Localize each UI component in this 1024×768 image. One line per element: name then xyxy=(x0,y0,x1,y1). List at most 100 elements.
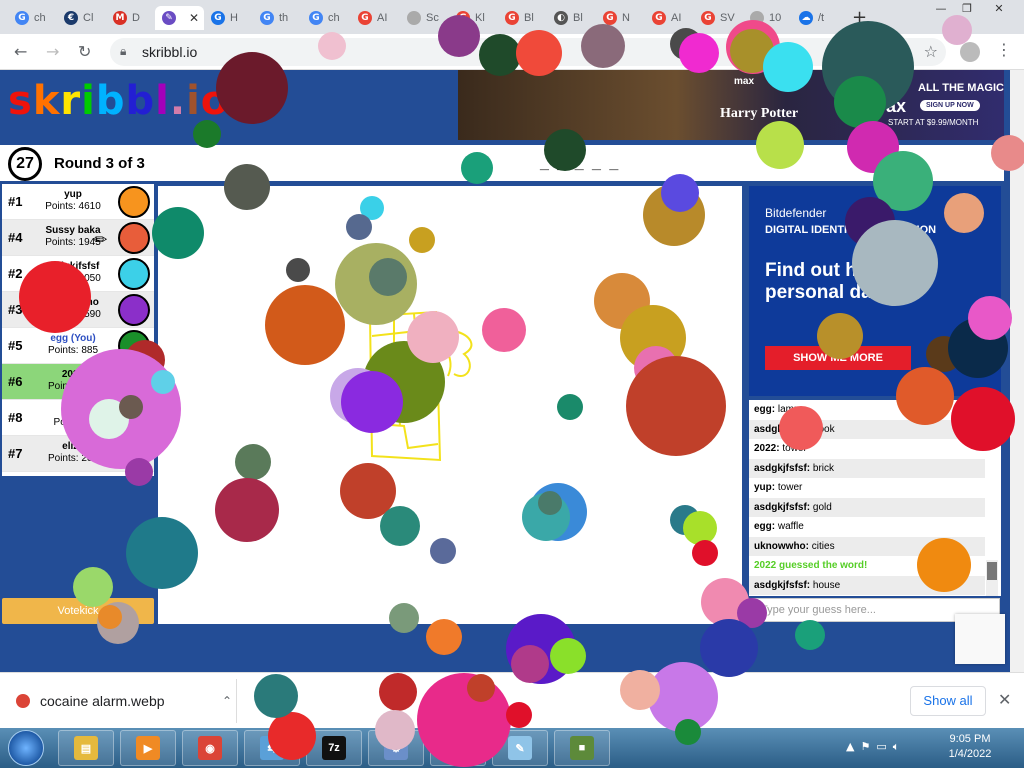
profile-avatar[interactable] xyxy=(960,42,980,62)
download-item[interactable]: cocaine alarm.webp ⌃ xyxy=(16,689,232,713)
chevron-up-icon[interactable]: ⌃ xyxy=(222,694,232,708)
tab-label: AI xyxy=(377,12,388,24)
browser-tab[interactable]: ☁ /t xyxy=(792,6,841,30)
tab-favicon-icon: ◐ xyxy=(554,11,568,25)
drawing-canvas[interactable] xyxy=(158,186,742,624)
ad-suffix: ax xyxy=(886,96,907,116)
logo-letter: i xyxy=(186,78,201,124)
player-row[interactable]: #1 yup Points: 4610 xyxy=(2,184,154,220)
ad-title: Harry Potter xyxy=(720,106,799,121)
player-points: Points: 4610 xyxy=(45,201,101,212)
player-rank: #7 xyxy=(8,446,23,461)
tab-favicon-icon: G xyxy=(652,11,666,25)
chat-author: 2022 xyxy=(754,443,777,454)
player-points: Points: 3590 xyxy=(45,309,101,320)
minimize-button[interactable]: — xyxy=(930,2,952,16)
browser-tab[interactable]: € Cl xyxy=(57,6,106,30)
ad-signup-button[interactable]: SIGN UP NOW xyxy=(920,100,980,111)
installer-icon: ⚙ xyxy=(384,736,408,760)
timer-clock-icon: 27 xyxy=(8,147,42,181)
chat-message: yup: tower xyxy=(754,482,803,493)
player-row[interactable]: #7 eliza Points: 205 xyxy=(2,436,154,472)
tab-label: ch xyxy=(328,12,340,24)
tab-close-icon[interactable]: ✕ xyxy=(189,11,199,25)
chat-author: asdgkjfsfsf xyxy=(754,423,807,435)
player-row[interactable]: #2 asdgkjfsfsf Points: 4050 xyxy=(2,256,154,292)
browser-tab[interactable]: G Bl xyxy=(498,6,547,30)
page-scrollbar[interactable] xyxy=(1010,70,1024,672)
taskbar-app-installer[interactable]: ⚙ xyxy=(368,730,424,766)
7zip-icon: 7z xyxy=(322,736,346,760)
chat-text: 2022 guessed the word! xyxy=(754,560,868,571)
browser-tab[interactable]: G Kl xyxy=(449,6,498,30)
side-banner-ad[interactable]: Bitdefender DIGITAL IDENTITY PROTECTION … xyxy=(749,186,1001,396)
reload-icon[interactable]: ↻ xyxy=(78,42,91,61)
recaptcha-badge[interactable] xyxy=(955,614,1005,664)
new-tab-button[interactable]: + xyxy=(852,7,867,28)
side-ad-cta-button[interactable]: SHOW ME MORE xyxy=(765,346,911,370)
browser-tab[interactable]: Gth xyxy=(253,6,302,30)
player-rank: #6 xyxy=(8,374,23,389)
browser-tab[interactable]: Gch xyxy=(302,6,351,30)
browser-tab[interactable]: G SV xyxy=(694,6,743,30)
tab-favicon-icon: € xyxy=(64,11,78,25)
bookmark-star-icon[interactable]: ☆ xyxy=(924,42,938,61)
votekick-button[interactable]: Votekick xyxy=(2,598,154,624)
address-bar[interactable]: 🔒︎ skribbl.io ☆ xyxy=(110,38,946,66)
logo-letter: . xyxy=(169,78,187,124)
back-arrow-icon[interactable]: ← xyxy=(14,42,27,61)
download-close-icon[interactable]: ✕ xyxy=(998,690,1011,709)
top-banner-ad[interactable]: max Harry Potter ALL THE MAGIC ax SIGN U… xyxy=(458,70,1004,140)
ad-brand: max xyxy=(734,76,755,87)
chat-text: gold xyxy=(812,501,832,513)
start-button[interactable] xyxy=(8,730,44,766)
browser-tab[interactable]: GH xyxy=(204,6,253,30)
taskbar-app-chrome[interactable]: ◉ xyxy=(182,730,238,766)
browser-tab[interactable]: ◐ Bl xyxy=(547,6,596,30)
taskbar-app-network[interactable]: ⇆ xyxy=(244,730,300,766)
browser-tab[interactable]: Gch xyxy=(8,6,57,30)
chat-author: uknowwho xyxy=(754,540,806,552)
taskbar-app-monitor[interactable]: ▦ xyxy=(430,730,486,766)
browser-tab[interactable]: Sc xyxy=(400,6,449,30)
browser-tab[interactable]: G AI xyxy=(645,6,694,30)
chat-scrollbar-thumb[interactable] xyxy=(987,562,997,580)
chat-message: egg: lamp xyxy=(754,404,800,415)
player-row[interactable]: #3 uknowwho Points: 3590 xyxy=(2,292,154,328)
browser-tab[interactable]: GN xyxy=(596,6,645,30)
tab-label: SV xyxy=(720,12,735,24)
player-row[interactable]: #5 egg (You) Points: 885 xyxy=(2,328,154,364)
chat-message: 2022 guessed the word! xyxy=(749,556,985,575)
browser-tab[interactable]: 10 xyxy=(743,6,792,30)
window-close-button[interactable]: ✕ xyxy=(988,2,1010,16)
taskbar-app-media-player[interactable]: ▶ xyxy=(120,730,176,766)
player-row[interactable]: #4 Sussy baka Points: 1945 ✏ xyxy=(2,220,154,256)
side-ad-sub: DIGITAL IDENTITY PROTECTION xyxy=(765,224,937,236)
browser-tab[interactable]: G AI xyxy=(351,6,400,30)
maximize-button[interactable]: ❐ xyxy=(956,2,978,16)
player-name: yup xyxy=(64,189,82,200)
chat-text: waffle xyxy=(777,521,804,532)
download-divider xyxy=(236,679,237,723)
logo-letter: l xyxy=(155,78,170,124)
notepad-icon: ✎ xyxy=(508,736,532,760)
tab-label: AI xyxy=(671,12,682,24)
taskbar-app-notepad[interactable]: ✎ xyxy=(492,730,548,766)
menu-kebab-icon[interactable]: ⋮ xyxy=(996,40,1012,59)
show-all-button[interactable]: Show all xyxy=(910,686,986,716)
player-row[interactable]: #6 2022 Points: 820 xyxy=(2,364,154,400)
minecraft-icon: ■ xyxy=(570,736,594,760)
skribbl-page: skribbl.io! max Harry Potter ALL THE MAG… xyxy=(0,70,1010,672)
browser-tab[interactable]: MD xyxy=(106,6,155,30)
taskbar-clock[interactable]: 9:05 PM 1/4/2022 xyxy=(940,732,1000,762)
system-tray-icons[interactable]: ▲⚑▭🔈︎ xyxy=(846,740,905,754)
taskbar-app-explorer[interactable]: ▤ xyxy=(58,730,114,766)
browser-tab[interactable]: ✎ ✕ xyxy=(155,6,204,30)
taskbar-app-7zip[interactable]: 7z xyxy=(306,730,362,766)
chat-text: book xyxy=(812,423,835,435)
forward-arrow-icon[interactable]: → xyxy=(46,42,59,61)
tab-favicon-icon: G xyxy=(358,11,372,25)
round-bar: 27 Round 3 of 3 _ _ _ _ _ xyxy=(0,145,1004,181)
player-row[interactable]: #8 Points: 0 xyxy=(2,400,154,436)
taskbar-app-minecraft[interactable]: ■ xyxy=(554,730,610,766)
